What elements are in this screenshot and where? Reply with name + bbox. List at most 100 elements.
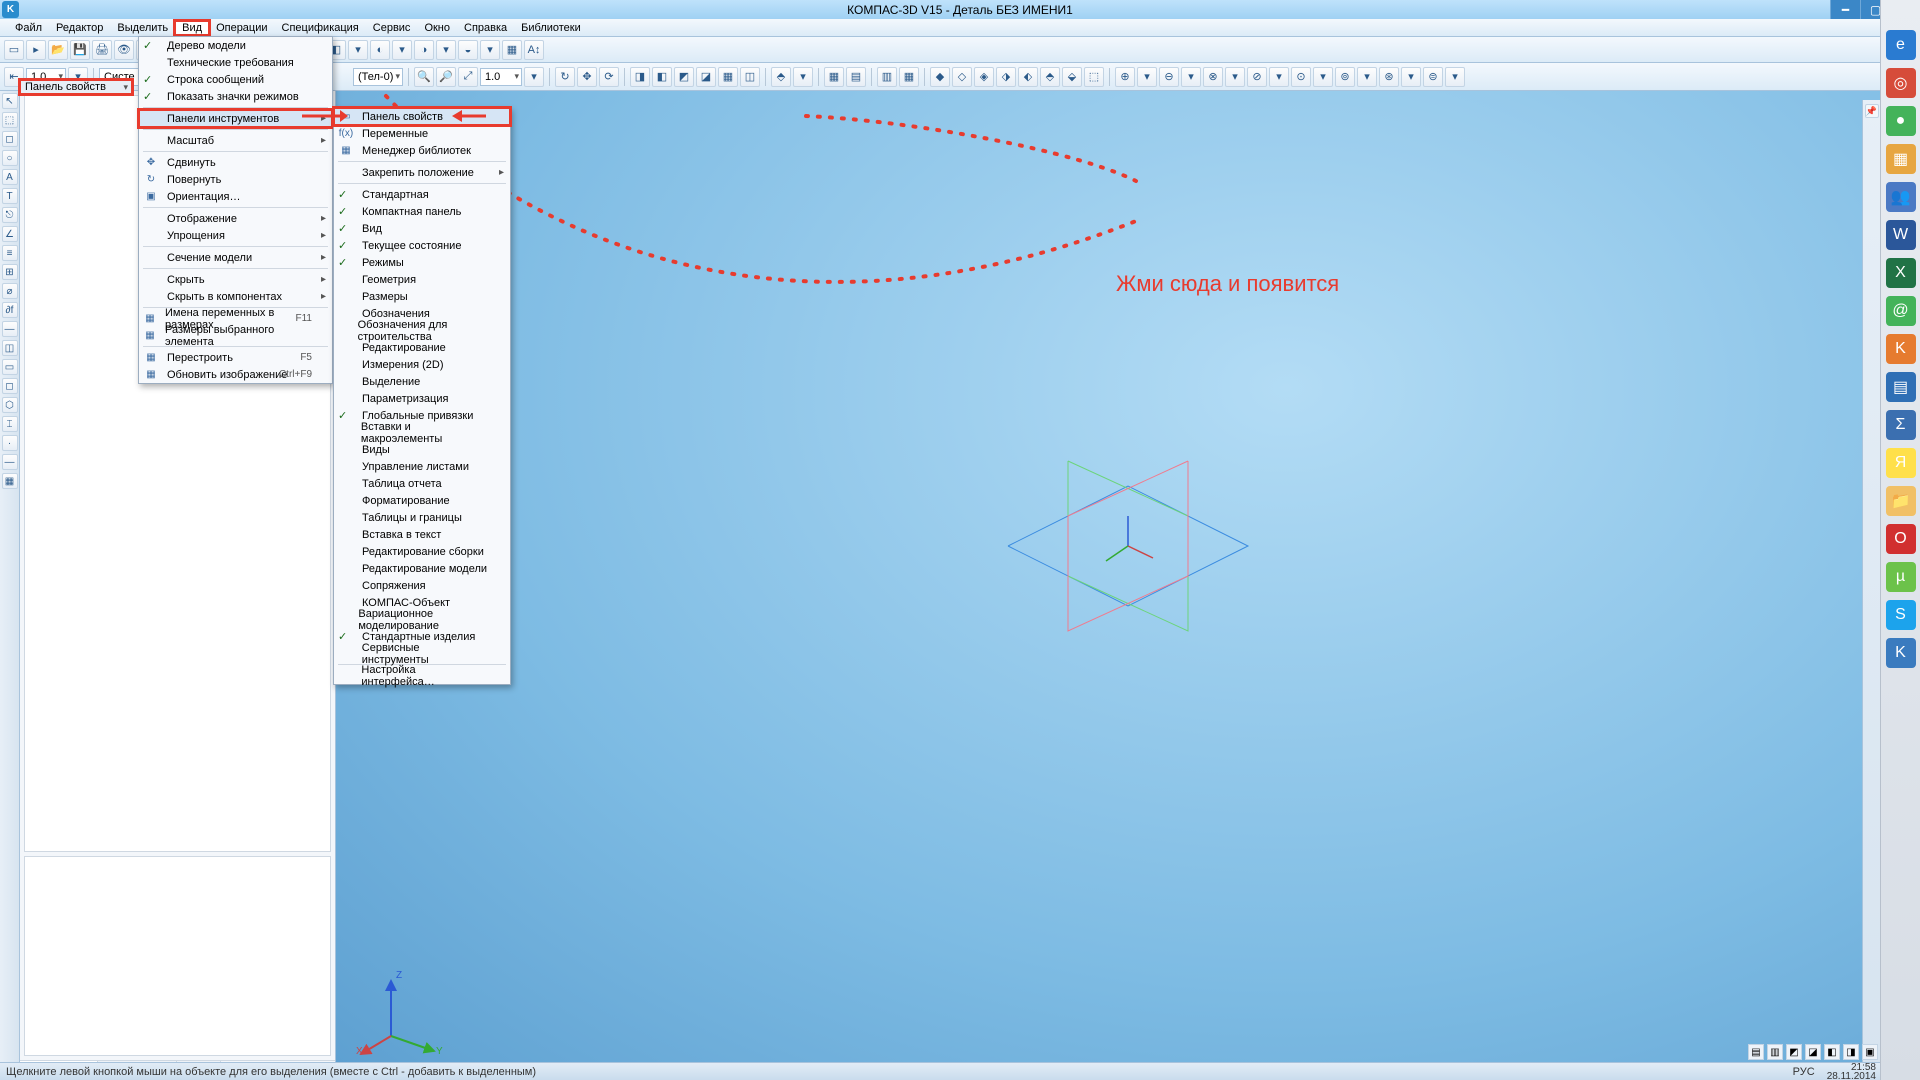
tbmenu-Вариационное моделирование[interactable]: Вариационное моделирование xyxy=(334,611,510,628)
tb1-btn-26[interactable]: A↕ xyxy=(524,40,544,60)
app-kompas2[interactable]: K xyxy=(1886,638,1916,668)
menu-вид[interactable]: Вид xyxy=(175,21,209,35)
app-people[interactable]: 👥 xyxy=(1886,182,1916,212)
tb2-extra-39[interactable]: ⊙ xyxy=(1291,67,1311,87)
tbmenu-Сопряжения[interactable]: Сопряжения xyxy=(334,577,510,594)
tb2-extra-31[interactable]: ⊕ xyxy=(1115,67,1135,87)
app-kompas[interactable]: K xyxy=(1886,334,1916,364)
tb2-extra-34[interactable]: ▾ xyxy=(1181,67,1201,87)
viewmenu-Технические требования[interactable]: Технические требования xyxy=(139,54,332,71)
tb1-btn-23[interactable]: ◒ xyxy=(458,40,478,60)
tbmenu-Переменные[interactable]: f(x)Переменные xyxy=(334,125,510,142)
tbmenu-Таблица отчета[interactable]: Таблица отчета xyxy=(334,475,510,492)
tb2-extra-45[interactable]: ⊜ xyxy=(1423,67,1443,87)
tb2-extra-44[interactable]: ▾ xyxy=(1401,67,1421,87)
tb2-extra-0[interactable]: ▾ xyxy=(524,67,544,87)
app-excel[interactable]: X xyxy=(1886,258,1916,288)
pin-icon[interactable]: 📌 xyxy=(1865,104,1879,118)
tbmenu-Выделение[interactable]: Выделение xyxy=(334,373,510,390)
menu-справка[interactable]: Справка xyxy=(457,21,514,35)
tb1-btn-4[interactable]: 🖨 xyxy=(92,40,112,60)
tb2-extra-22[interactable]: ◆ xyxy=(930,67,950,87)
viewmenu-Скрыть[interactable]: Скрыть xyxy=(139,271,332,288)
tb2-extra-36[interactable]: ▾ xyxy=(1225,67,1245,87)
leftbar-btn-20[interactable]: ▦ xyxy=(2,473,18,489)
tb2-extra-42[interactable]: ▾ xyxy=(1357,67,1377,87)
tb2-extra-37[interactable]: ⊘ xyxy=(1247,67,1267,87)
tbmenu-Таблицы и границы[interactable]: Таблицы и границы xyxy=(334,509,510,526)
leftbar-btn-7[interactable]: ∠ xyxy=(2,226,18,242)
tb2-extra-8[interactable]: ◩ xyxy=(674,67,694,87)
tb2-extra-13[interactable]: ⬘ xyxy=(771,67,791,87)
tbmenu-Компактная панель[interactable]: Компактная панель xyxy=(334,203,510,220)
tbmenu-Редактирование модели[interactable]: Редактирование модели xyxy=(334,560,510,577)
tb2-extra-28[interactable]: ⬙ xyxy=(1062,67,1082,87)
tb2-extra-32[interactable]: ▾ xyxy=(1137,67,1157,87)
tb2-extra-43[interactable]: ⊛ xyxy=(1379,67,1399,87)
tb2-zoom-0[interactable]: 🔍 xyxy=(414,67,434,87)
leftbar-btn-18[interactable]: · xyxy=(2,435,18,451)
bi-7[interactable]: ▣ xyxy=(1862,1044,1878,1060)
tb1-btn-5[interactable]: 👁 xyxy=(114,40,134,60)
tbmenu-Сервисные инструменты[interactable]: Сервисные инструменты xyxy=(334,645,510,662)
tb1-btn-1[interactable]: ▸ xyxy=(26,40,46,60)
leftbar-btn-0[interactable]: ↖ xyxy=(2,93,18,109)
menu-библиотеки[interactable]: Библиотеки xyxy=(514,21,588,35)
tbmenu-Текущее состояние[interactable]: Текущее состояние xyxy=(334,237,510,254)
app-yandex[interactable]: Я xyxy=(1886,448,1916,478)
leftbar-btn-4[interactable]: A xyxy=(2,169,18,185)
menu-выделить[interactable]: Выделить xyxy=(110,21,175,35)
app-at[interactable]: @ xyxy=(1886,296,1916,326)
leftbar-btn-11[interactable]: ∂f xyxy=(2,302,18,318)
viewmenu-Сечение модели[interactable]: Сечение модели xyxy=(139,249,332,266)
viewmenu-Скрыть в компонентах[interactable]: Скрыть в компонентах xyxy=(139,288,332,305)
tbmenu-Форматирование[interactable]: Форматирование xyxy=(334,492,510,509)
tbmenu-Настройка интерфейса…[interactable]: Настройка интерфейса… xyxy=(334,667,510,684)
tbmenu-Параметризация[interactable]: Параметризация xyxy=(334,390,510,407)
app-sigma[interactable]: Σ xyxy=(1886,410,1916,440)
tb2-extra-46[interactable]: ▾ xyxy=(1445,67,1465,87)
app-folder[interactable]: 📁 xyxy=(1886,486,1916,516)
tb1-btn-18[interactable]: ▾ xyxy=(348,40,368,60)
leftbar-btn-9[interactable]: ⊞ xyxy=(2,264,18,280)
bi-6[interactable]: ◨ xyxy=(1843,1044,1859,1060)
app-round-red[interactable]: ◎ xyxy=(1886,68,1916,98)
app-opera[interactable]: O xyxy=(1886,524,1916,554)
viewmenu-Ориентация…[interactable]: ▣Ориентация… xyxy=(139,188,332,205)
leftbar-btn-16[interactable]: ⬡ xyxy=(2,397,18,413)
app-ie[interactable]: e xyxy=(1886,30,1916,60)
tb2-extra-14[interactable]: ▾ xyxy=(793,67,813,87)
tbmenu-Режимы[interactable]: Режимы xyxy=(334,254,510,271)
tb2-extra-6[interactable]: ◨ xyxy=(630,67,650,87)
tb2-zoom-2[interactable]: ⤢ xyxy=(458,67,478,87)
viewmenu-Упрощения[interactable]: Упрощения xyxy=(139,227,332,244)
viewmenu-Строка сообщений[interactable]: Строка сообщений xyxy=(139,71,332,88)
tb2-extra-26[interactable]: ⬖ xyxy=(1018,67,1038,87)
viewmenu-Показать значки режимов[interactable]: Показать значки режимов xyxy=(139,88,332,105)
tb2-extra-9[interactable]: ◪ xyxy=(696,67,716,87)
properties-panel-combo[interactable]: Панель свойств xyxy=(21,81,131,93)
tb2-extra-24[interactable]: ◈ xyxy=(974,67,994,87)
tb1-btn-24[interactable]: ▾ xyxy=(480,40,500,60)
toolbars-submenu[interactable]: ▭Панель свойствf(x)Переменные▦Менеджер б… xyxy=(333,107,511,685)
viewmenu-Обновить изображение[interactable]: ▦Обновить изображениеCtrl+F9 xyxy=(139,366,332,383)
viewmenu-Отображение[interactable]: Отображение xyxy=(139,210,332,227)
bi-4[interactable]: ◪ xyxy=(1805,1044,1821,1060)
tb2-extra-17[interactable]: ▤ xyxy=(846,67,866,87)
minimize-button[interactable]: ━ xyxy=(1830,0,1860,19)
tb1-btn-0[interactable]: ▭ xyxy=(4,40,24,60)
leftbar-btn-14[interactable]: ▭ xyxy=(2,359,18,375)
leftbar-btn-1[interactable]: ⬚ xyxy=(2,112,18,128)
viewmenu-Повернуть[interactable]: ↻Повернуть xyxy=(139,171,332,188)
tb2-extra-40[interactable]: ▾ xyxy=(1313,67,1333,87)
tbmenu-Закрепить положение[interactable]: Закрепить положение xyxy=(334,164,510,181)
tbmenu-Вставка в текст[interactable]: Вставка в текст xyxy=(334,526,510,543)
leftbar-btn-17[interactable]: ⌶ xyxy=(2,416,18,432)
tb2-extra-16[interactable]: ▦ xyxy=(824,67,844,87)
leftbar-btn-10[interactable]: ⌀ xyxy=(2,283,18,299)
tbmenu-Размеры[interactable]: Размеры xyxy=(334,288,510,305)
tbmenu-Стандартная[interactable]: Стандартная xyxy=(334,186,510,203)
leftbar-btn-13[interactable]: ◫ xyxy=(2,340,18,356)
tbmenu-Редактирование[interactable]: Редактирование xyxy=(334,339,510,356)
app-calc2[interactable]: ▤ xyxy=(1886,372,1916,402)
